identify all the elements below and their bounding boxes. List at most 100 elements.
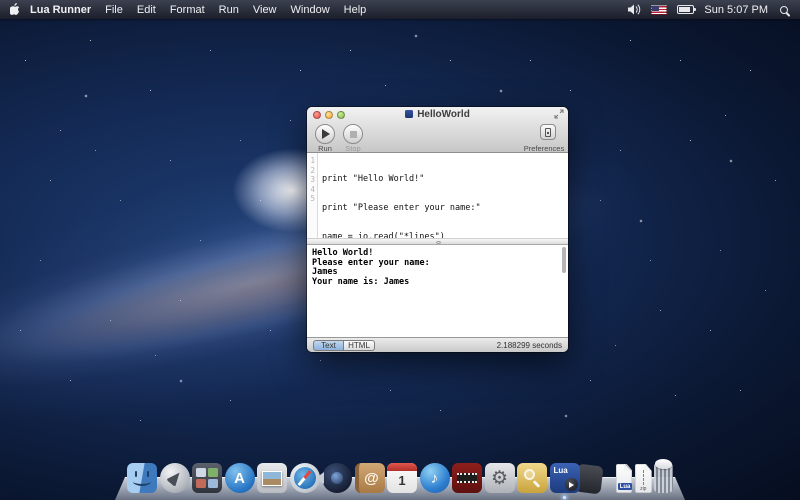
- us-flag-icon: [651, 5, 667, 15]
- line-number: 5: [307, 194, 317, 204]
- stop-button-label: Stop: [335, 144, 371, 153]
- spotlight-icon[interactable]: [780, 6, 788, 14]
- lua-runner-icon[interactable]: Lua: [550, 463, 580, 493]
- code-editor[interactable]: 1 2 3 4 5 print "Hello World!" print "Pl…: [307, 153, 568, 238]
- tab-html[interactable]: HTML: [344, 340, 375, 351]
- menu-bar: Lua Runner File Edit Format Run View Win…: [0, 0, 800, 19]
- apple-icon: [10, 3, 21, 16]
- finder-smile: [133, 477, 151, 486]
- trash-icon[interactable]: [654, 464, 673, 493]
- zip-file-label: zip: [635, 486, 652, 492]
- menu-file[interactable]: File: [105, 4, 123, 16]
- zip-file-icon[interactable]: zip: [635, 464, 652, 493]
- lua-file-icon[interactable]: Lua: [616, 464, 633, 493]
- battery-icon: [677, 5, 694, 14]
- zipper-glyph: [643, 470, 644, 485]
- safari-icon[interactable]: [290, 463, 320, 493]
- gear-icon: ⚙: [491, 467, 508, 490]
- magnifier-handle: [533, 480, 541, 488]
- menu-format[interactable]: Format: [170, 4, 205, 16]
- menu-edit[interactable]: Edit: [137, 4, 156, 16]
- window-tile: [196, 468, 206, 477]
- page-fold: [644, 464, 652, 471]
- camera-app-icon[interactable]: [322, 463, 352, 493]
- viewfinder-glyph: [316, 472, 324, 484]
- play-badge-icon: [565, 478, 578, 491]
- at-glyph: @: [364, 470, 379, 487]
- menubar-clock[interactable]: Sun 5:07 PM: [704, 4, 768, 16]
- calendar-header: [387, 463, 417, 471]
- page-fold: [624, 464, 632, 471]
- lua-label: Lua: [554, 466, 568, 475]
- code-line: print "Hello World!": [322, 175, 568, 185]
- address-book-icon[interactable]: @: [355, 463, 385, 493]
- app-store-icon[interactable]: A: [225, 463, 255, 493]
- window-chrome[interactable]: HelloWorld Run Stop Preferences: [307, 107, 568, 153]
- preferences-button[interactable]: [540, 124, 556, 140]
- preferences-toggle-icon: [545, 128, 551, 137]
- active-app-name[interactable]: Lua Runner: [30, 4, 91, 16]
- film-strip-glyph: [457, 473, 477, 483]
- preview-icon[interactable]: [257, 463, 287, 493]
- dock: A @ 1 ♪ ⚙ Lua Lua zip: [115, 452, 685, 500]
- pane-splitter[interactable]: [307, 238, 568, 245]
- lens-glyph: [331, 472, 343, 484]
- output-scrollbar[interactable]: [562, 247, 566, 273]
- execution-time-label: 2.188299 seconds: [497, 341, 562, 350]
- helloworld-window: HelloWorld Run Stop Preferences 1 2 3 4 …: [307, 107, 568, 352]
- tab-text[interactable]: Text: [313, 340, 344, 351]
- window-title: HelloWorld: [307, 109, 568, 120]
- dock-icons: A @ 1 ♪ ⚙ Lua Lua zip: [127, 459, 673, 493]
- line-number: 4: [307, 185, 317, 195]
- preferences-button-label: Preferences: [522, 144, 566, 153]
- calendar-day: 1: [387, 471, 417, 491]
- play-icon: [322, 129, 330, 139]
- stop-icon: [350, 131, 357, 138]
- apple-menu[interactable]: [10, 3, 21, 16]
- compass-dial: [294, 467, 316, 489]
- menu-view[interactable]: View: [253, 4, 277, 16]
- window-tile: [208, 468, 218, 477]
- launchpad-icon[interactable]: [160, 463, 190, 493]
- rocket-glyph: [165, 469, 183, 487]
- lua-file-badge: Lua: [618, 483, 633, 490]
- magnifier-icon: [524, 469, 535, 480]
- code-line: print "Please enter your name:": [322, 204, 568, 214]
- finder-icon[interactable]: [127, 463, 157, 493]
- line-number: 3: [307, 175, 317, 185]
- trash-paper: [655, 459, 672, 469]
- menu-window[interactable]: Window: [291, 4, 330, 16]
- menu-help[interactable]: Help: [344, 4, 367, 16]
- run-button[interactable]: [315, 124, 335, 144]
- compass-needle: [298, 470, 311, 485]
- input-language-menu-extra[interactable]: [651, 5, 667, 15]
- line-number-gutter: 1 2 3 4 5: [307, 153, 318, 238]
- menu-run[interactable]: Run: [219, 4, 239, 16]
- line-number: 1: [307, 156, 317, 166]
- music-note-glyph: ♪: [431, 470, 439, 487]
- ical-icon[interactable]: 1: [387, 463, 417, 493]
- volume-menu-extra[interactable]: [628, 4, 641, 15]
- running-indicator: [563, 496, 566, 499]
- code-text[interactable]: print "Hello World!" print "Please enter…: [318, 153, 568, 238]
- mission-control-icon[interactable]: [192, 463, 222, 493]
- photo-glyph: [262, 471, 282, 486]
- output-line: Please enter your name:: [312, 259, 568, 269]
- output-area: Hello World! Please enter your name: Jam…: [307, 245, 568, 337]
- fullscreen-icon[interactable]: [554, 109, 564, 119]
- battery-menu-extra[interactable]: [677, 5, 694, 14]
- window-tile: [208, 479, 218, 488]
- search-utility-icon[interactable]: [517, 463, 547, 493]
- itunes-icon[interactable]: ♪: [420, 463, 450, 493]
- line-number: 2: [307, 166, 317, 176]
- output-line: Your name is: James: [312, 278, 568, 288]
- dock-divider: [609, 459, 610, 493]
- dvd-player-icon[interactable]: [452, 463, 482, 493]
- document-proxy-icon[interactable]: [405, 110, 413, 118]
- speaker-icon: [628, 4, 641, 15]
- app-store-letter: A: [234, 470, 245, 487]
- stop-button[interactable]: [343, 124, 363, 144]
- system-preferences-icon[interactable]: ⚙: [485, 463, 515, 493]
- splitter-grip-icon: [436, 241, 441, 244]
- output-format-segmented-control: Text HTML: [313, 340, 375, 351]
